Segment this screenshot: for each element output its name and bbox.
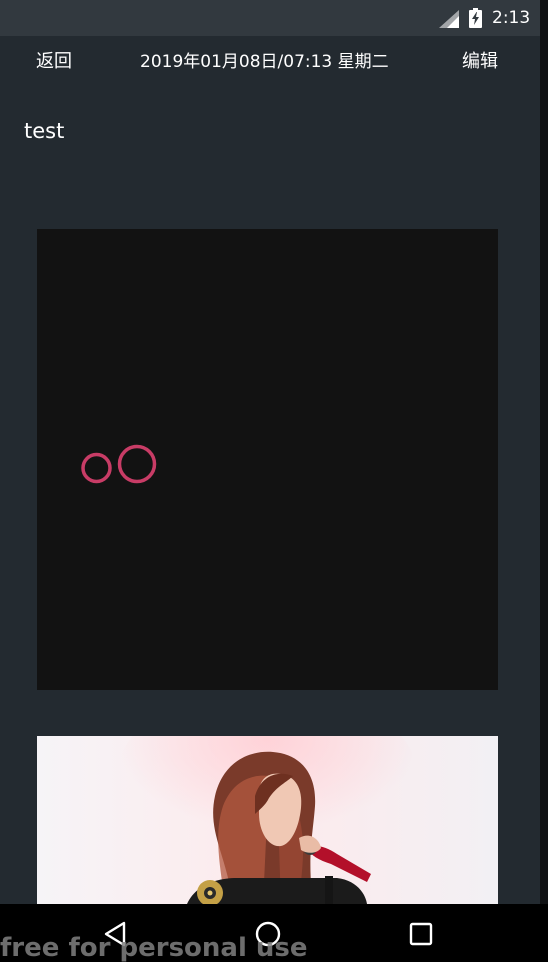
back-button[interactable]: 返回 xyxy=(36,50,72,74)
toolbar: 返回 2019年01月08日/07:13 星期二 编辑 xyxy=(0,36,540,88)
edit-button[interactable]: 编辑 xyxy=(462,50,498,74)
screen-edge xyxy=(540,0,548,904)
watermark-text: free for personal use xyxy=(0,933,308,962)
note-date: 2019年01月08日/07:13 星期二 xyxy=(140,52,389,72)
phone-screen: 2:13 返回 2019年01月08日/07:13 星期二 编辑 test fr… xyxy=(0,0,548,962)
square-recents-icon[interactable] xyxy=(407,920,435,948)
small-circle-stroke xyxy=(81,452,112,484)
note-detail-screen: 返回 2019年01月08日/07:13 星期二 编辑 test xyxy=(0,36,540,904)
photo-singer xyxy=(37,736,498,904)
battery-charging-icon xyxy=(469,8,482,28)
note-image-photo[interactable] xyxy=(37,736,498,904)
note-image-drawing[interactable] xyxy=(37,229,498,690)
note-title: test xyxy=(24,119,65,143)
status-bar: 2:13 xyxy=(0,0,540,36)
drawing-canvas xyxy=(81,444,157,484)
cell-signal-icon xyxy=(439,10,459,28)
large-circle-stroke xyxy=(117,444,157,484)
status-time: 2:13 xyxy=(492,8,531,28)
